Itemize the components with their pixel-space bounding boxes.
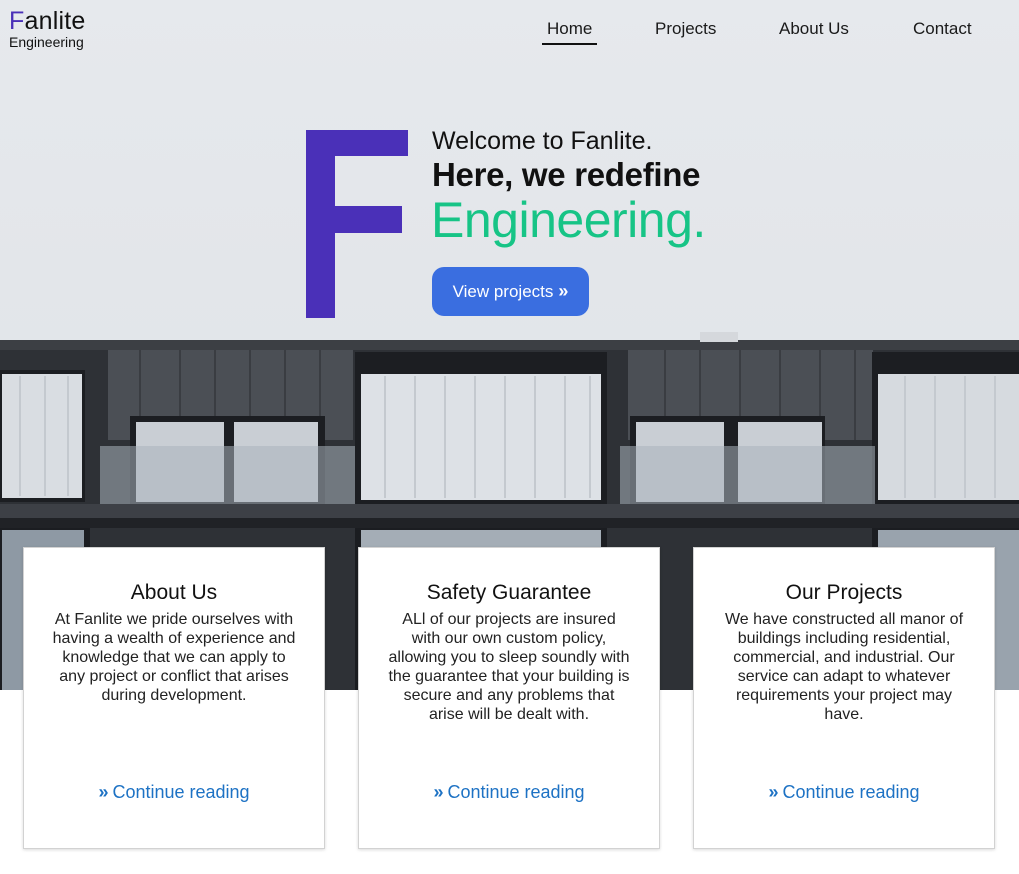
nav-item-contact[interactable]: Contact xyxy=(913,17,972,41)
card-safety-guarantee: Safety Guarantee ALl of our projects are… xyxy=(358,547,660,849)
continue-reading-label: Continue reading xyxy=(112,782,250,802)
double-chevron-right-icon: » xyxy=(98,782,109,802)
main-nav: Home Projects About Us Contact xyxy=(0,17,1019,47)
card-body: ALl of our projects are insured with our… xyxy=(388,611,630,723)
nav-item-home[interactable]: Home xyxy=(542,17,598,45)
card-about-us: About Us At Fanlite we pride ourselves w… xyxy=(23,547,325,849)
card-title: Safety Guarantee xyxy=(426,581,592,604)
card-title: Our Projects xyxy=(785,581,903,604)
card-body: We have constructed all manor of buildin… xyxy=(724,611,964,723)
view-projects-button[interactable]: View projects » xyxy=(432,267,589,316)
continue-reading-label: Continue reading xyxy=(782,782,920,802)
continue-reading-label: Continue reading xyxy=(447,782,585,802)
hero-highlight: Engineering. xyxy=(431,192,706,248)
hero-tagline: Here, we redefine xyxy=(432,156,701,193)
double-chevron-right-icon: » xyxy=(433,782,444,802)
card-title: About Us xyxy=(130,581,218,604)
hero-welcome: Welcome to Fanlite. xyxy=(432,127,653,155)
hero-f-logo-icon xyxy=(306,130,408,318)
double-chevron-right-icon: » xyxy=(768,782,779,802)
double-chevron-right-icon: » xyxy=(558,281,569,301)
nav-item-about-us[interactable]: About Us xyxy=(779,17,849,41)
continue-reading-link[interactable]: » Continue reading xyxy=(359,780,659,804)
card-our-projects: Our Projects We have constructed all man… xyxy=(693,547,995,849)
nav-item-projects[interactable]: Projects xyxy=(655,17,716,41)
continue-reading-link[interactable]: » Continue reading xyxy=(694,780,994,804)
view-projects-label: View projects xyxy=(452,281,554,301)
continue-reading-link[interactable]: » Continue reading xyxy=(24,780,324,804)
card-body: At Fanlite we pride ourselves with havin… xyxy=(52,611,296,704)
